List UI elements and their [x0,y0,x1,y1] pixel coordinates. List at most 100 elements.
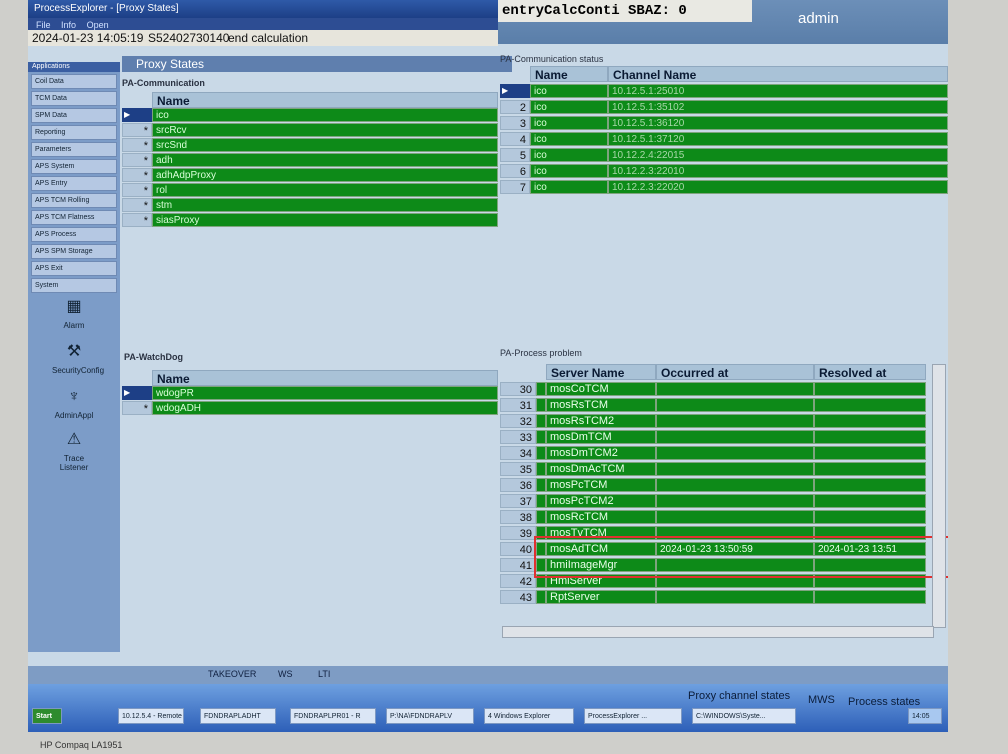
info-bar: 2024-01-23 14:05:19 S52402730140 end cal… [28,30,498,46]
trace-icon: ⚠ [66,431,82,448]
row-number: 34 [500,446,536,460]
resolved-at-cell [814,398,926,412]
resolved-at-cell [814,446,926,460]
monitor-label: HP Compaq LA1951 [40,740,123,750]
task-pna[interactable]: P:\NA\FDNDRAPLV [386,708,474,724]
sidebar-item[interactable]: System [31,278,117,293]
main-area: Proxy States PA-Communication Name ▶ ico * s… [122,54,948,686]
pa-comm-header: Name [152,92,498,108]
status-indicator [536,398,546,412]
menu-file[interactable]: File [36,20,51,30]
legend-mws: MWS [808,694,835,706]
sidebar-item[interactable]: Coil Data [31,74,117,89]
problem-header: Server Name [546,364,656,380]
sidebar-item[interactable]: TCM Data [31,91,117,106]
sidebar-item[interactable]: APS Process [31,227,117,242]
row-number: 2 [500,100,530,114]
watchdog-name-cell: wdogPR [152,386,498,400]
server-name-cell: mosPcTCM [546,478,656,492]
server-name-cell: mosDmTCM2 [546,446,656,460]
status-header-name: Name [530,66,608,82]
comm-name-cell: adhAdpProxy [152,168,498,182]
sidebar-item[interactable]: Reporting [31,125,117,140]
occurred-at-cell [656,382,814,396]
occurred-at-cell [656,414,814,428]
sidebar-item[interactable]: APS TCM Flatness [31,210,117,225]
status-takeover: TAKEOVER [208,669,257,679]
start-button[interactable]: Start [32,708,62,724]
status-indicator [536,414,546,428]
sidebar-admin[interactable]: ♆ AdminAppl [52,387,96,420]
comm-name-cell: rol [152,183,498,197]
sidebar-item[interactable]: APS System [31,159,117,174]
calc-status: entryCalcConti SBAZ: 0 [498,0,752,22]
pa-comm-status-label: PA-Communication status [500,54,604,64]
row-number: ▶ [500,84,530,98]
server-name-cell: mosRsTCM [546,398,656,412]
sidebar-item[interactable]: APS SPM Storage [31,244,117,259]
sidebar-trace[interactable]: ⚠ Trace Listener [52,430,96,472]
comm-name-cell: ico [152,108,498,122]
row-number: 36 [500,478,536,492]
row-marker: * [122,183,152,197]
status-name-cell: ico [530,116,608,130]
menu-info[interactable]: Info [61,20,76,30]
resolved-at-cell [814,462,926,476]
occurred-at-cell [656,430,814,444]
sidebar-item[interactable]: APS Entry [31,176,117,191]
problem-header: Resolved at [814,364,926,380]
window-title: ProcessExplorer - [Proxy States] [34,3,179,14]
sidebar: Applications Coil Data TCM Data SPM Data Re… [28,62,120,652]
row-number: 31 [500,398,536,412]
sidebar-alarm[interactable]: ▦ Alarm [52,297,96,330]
resolved-at-cell [814,430,926,444]
sidebar-item[interactable]: Parameters [31,142,117,157]
status-channel-cell: 10.12.5.1:37120 [608,132,948,146]
sidebar-item[interactable]: SPM Data [31,108,117,123]
task-fdndrapladht[interactable]: FDNDRAPLADHT [200,708,276,724]
occurred-at-cell [656,494,814,508]
resolved-at-cell [814,382,926,396]
server-name-cell: mosDmTCM [546,430,656,444]
resolved-at-cell [814,510,926,524]
row-number: 40 [500,542,536,556]
status-indicator [536,510,546,524]
problem-header: Occurred at [656,364,814,380]
alarm-icon: ▦ [66,298,82,315]
occurred-at-cell [656,510,814,524]
row-number: 4 [500,132,530,146]
task-fdndraplpr01[interactable]: FDNDRAPLPR01 - R [290,708,376,724]
resolved-at-cell [814,478,926,492]
row-number: 38 [500,510,536,524]
status-name-cell: ico [530,84,608,98]
comm-name-cell: srcRcv [152,123,498,137]
task-remote[interactable]: 10.12.5.4 - Remote D [118,708,184,724]
row-number: 42 [500,574,536,588]
row-number: 30 [500,382,536,396]
security-icon: ⚒ [66,343,82,360]
sidebar-item[interactable]: APS TCM Rolling [31,193,117,208]
row-marker: * [122,123,152,137]
highlight-box [534,536,948,578]
row-marker: * [122,138,152,152]
occurred-at-cell [656,462,814,476]
status-indicator [536,430,546,444]
task-processexplorer[interactable]: ProcessExplorer ... [584,708,682,724]
menu-open[interactable]: Open [87,20,109,30]
task-cmd[interactable]: C:\WINDOWS\Syste... [692,708,796,724]
server-name-cell: mosDmAcTCM [546,462,656,476]
horizontal-scrollbar[interactable] [502,626,934,638]
comm-name-cell: adh [152,153,498,167]
resolved-at-cell [814,414,926,428]
status-indicator [536,478,546,492]
sidebar-item[interactable]: APS Exit [31,261,117,276]
comm-name-cell: srcSnd [152,138,498,152]
sidebar-security[interactable]: ⚒ SecurityConfig [52,342,104,375]
row-marker: * [122,153,152,167]
row-number: 37 [500,494,536,508]
row-number: 43 [500,590,536,604]
task-explorer[interactable]: 4 Windows Explorer [484,708,574,724]
vertical-scrollbar[interactable] [932,364,946,628]
row-marker: ▶ [122,386,152,400]
row-number: 32 [500,414,536,428]
